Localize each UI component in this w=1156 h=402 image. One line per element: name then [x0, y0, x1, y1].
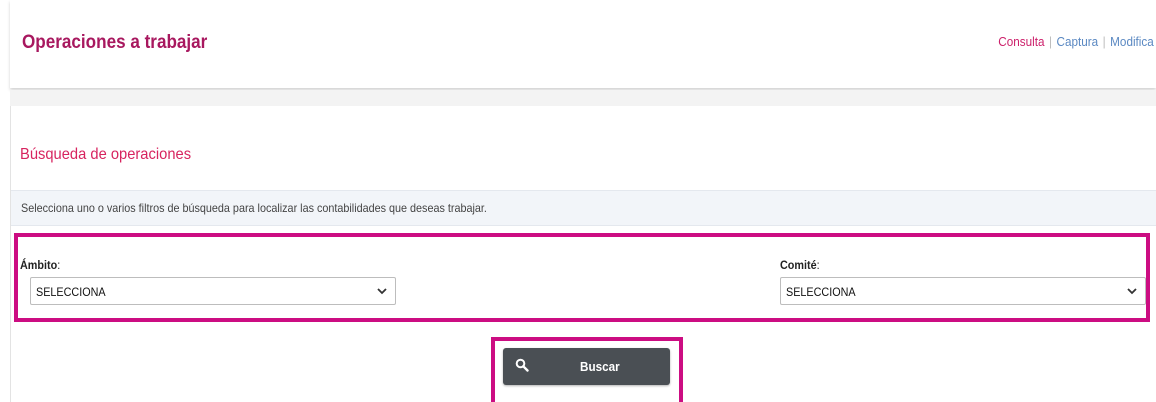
comite-label-colon: : — [816, 258, 820, 272]
section-divider — [10, 90, 1156, 106]
comite-select[interactable]: SELECCIONA — [780, 277, 1146, 305]
top-nav-links: Consulta | Captura | Modifica — [999, 34, 1154, 49]
filters-highlight-box: Ámbito: SELECCIONA Comité: SELECCIONA — [14, 233, 1150, 322]
ambito-selected-value: SELECCIONA — [36, 285, 106, 299]
comite-label: Comité: — [780, 258, 820, 272]
chevron-down-icon — [1127, 288, 1137, 295]
instruction-text: Selecciona uno o varios filtros de búsqu… — [21, 201, 487, 215]
search-icon — [515, 358, 529, 372]
ambito-label: Ámbito: — [20, 258, 60, 272]
nav-link-consulta[interactable]: Consulta — [999, 34, 1045, 49]
page-title: Operaciones a trabajar — [22, 32, 208, 53]
header-card: Operaciones a trabajar Consulta | Captura |… — [10, 0, 1156, 88]
ambito-label-text: Ámbito — [20, 258, 58, 272]
search-button-label: Buscar — [580, 359, 620, 374]
chevron-down-icon — [377, 288, 387, 295]
nav-separator: | — [1049, 34, 1053, 49]
nav-separator: | — [1102, 34, 1106, 49]
search-button[interactable]: Buscar — [503, 348, 670, 385]
comite-selected-value: SELECCIONA — [786, 285, 856, 299]
nav-link-modifica[interactable]: Modifica — [1110, 34, 1154, 49]
nav-link-captura[interactable]: Captura — [1057, 34, 1099, 49]
ambito-label-colon: : — [57, 258, 61, 272]
instruction-bar: Selecciona uno o varios filtros de búsqu… — [11, 190, 1156, 226]
ambito-select[interactable]: SELECCIONA — [30, 277, 396, 305]
section-title: Búsqueda de operaciones — [20, 146, 192, 163]
comite-label-text: Comité — [780, 258, 817, 272]
